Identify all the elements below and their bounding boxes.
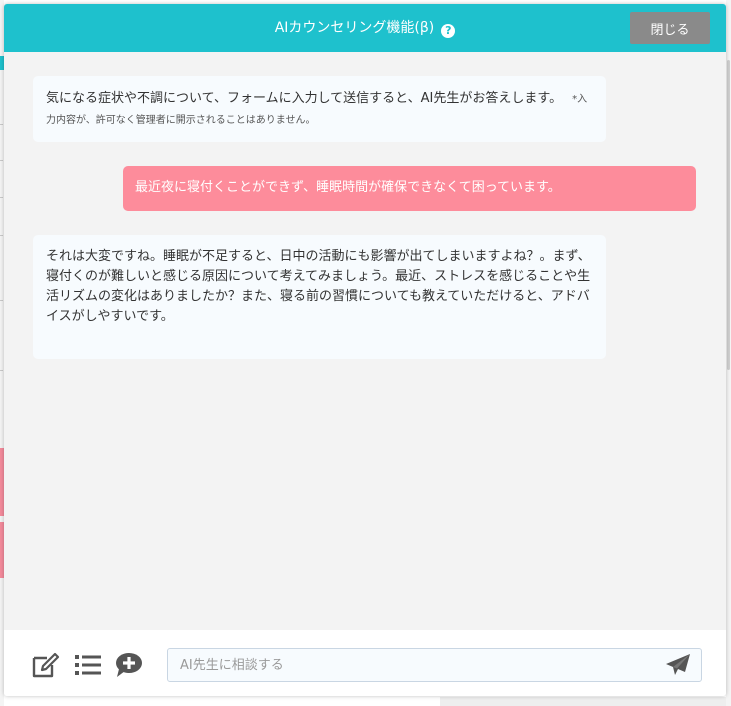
ai-message-reply: それは大変ですね。睡眠が不足すると、日中の活動にも影響が出てしまいますよね？。ま… (33, 235, 606, 359)
question-circle-icon[interactable]: ? (441, 24, 456, 38)
page-scrollbar[interactable] (727, 60, 730, 370)
ai-message-text: それは大変ですね。睡眠が不足すると、日中の活動にも影響が出てしまいますよね？。ま… (46, 249, 591, 324)
close-button[interactable]: 閉じる (630, 12, 710, 44)
dialog-title: AIカウンセリング機能(β) (274, 20, 435, 36)
ai-counseling-dialog: AIカウンセリング機能(β)? 閉じる 気になる症状や不調について、フォームに入… (4, 4, 726, 696)
paper-plane-icon (666, 654, 690, 675)
background-page-bottom (440, 697, 726, 706)
dialog-header: AIカウンセリング機能(β)? 閉じる (4, 4, 726, 52)
ai-message-intro: 気になる症状や不調について、フォームに入力して送信すると、AI先生がお答えします… (33, 76, 606, 142)
edit-icon[interactable] (31, 652, 61, 678)
dialog-title-row: AIカウンセリング機能(β)? (4, 19, 726, 38)
list-icon[interactable] (74, 652, 104, 678)
chat-input[interactable] (167, 648, 702, 682)
background-page-right (726, 0, 731, 706)
ai-message-text: 気になる症状や不調について、フォームに入力して送信すると、AI先生がお答えします… (46, 91, 563, 106)
chat-add-icon[interactable] (114, 652, 144, 678)
send-button[interactable] (664, 653, 692, 679)
chat-footer (4, 630, 726, 696)
user-message: 最近夜に寝付くことができず、睡眠時間が確保できなくて困っています。 (123, 166, 696, 211)
user-message-text: 最近夜に寝付くことができず、睡眠時間が確保できなくて困っています。 (135, 180, 561, 195)
